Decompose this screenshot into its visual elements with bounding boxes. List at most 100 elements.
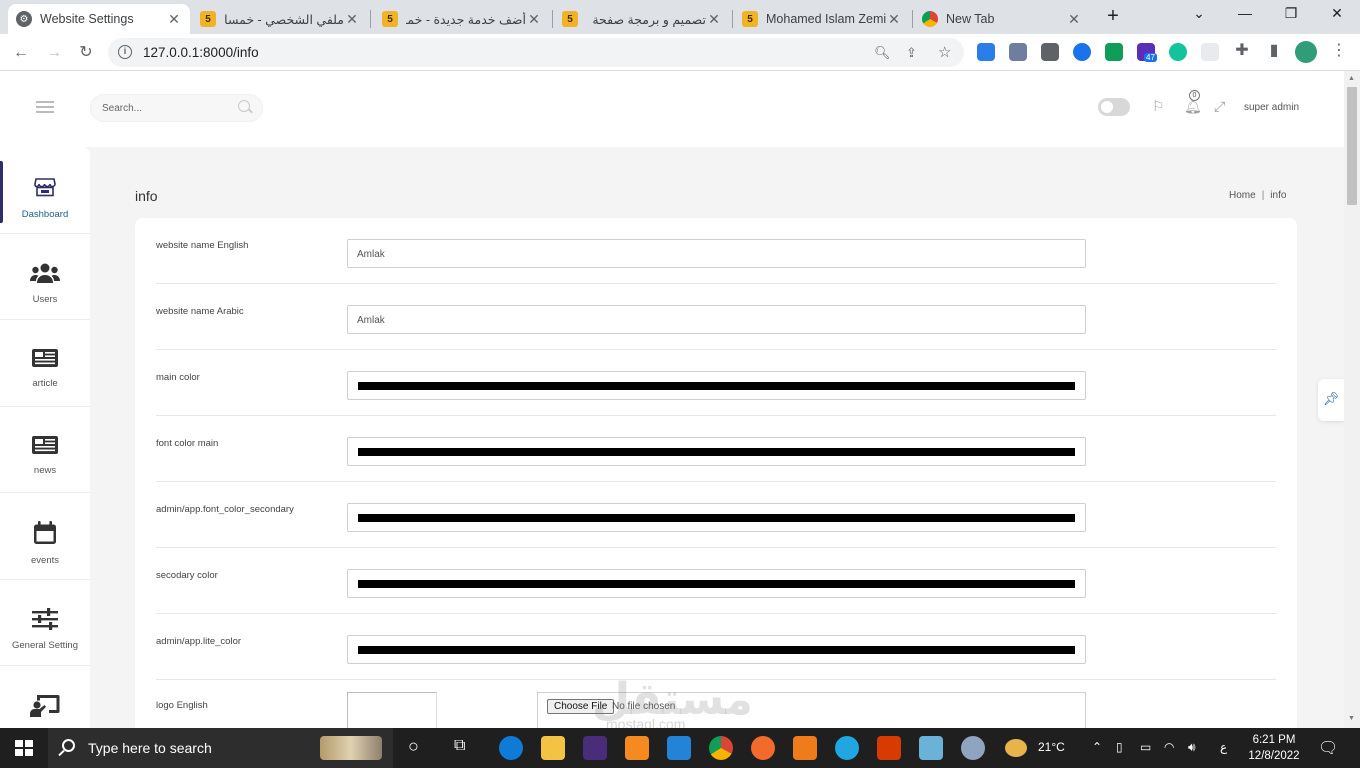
tab-khamsat-profile[interactable]: 5 ملفي الشخصي - خمسات ✕ bbox=[192, 4, 368, 34]
tab-khamsat-add-service[interactable]: 5 أضف خدمة جديدة - خمسات ✕ bbox=[374, 4, 550, 34]
paint-icon[interactable] bbox=[961, 736, 985, 760]
sidebar-item-events[interactable]: events bbox=[0, 493, 90, 580]
share-icon[interactable]: ⇪ bbox=[906, 45, 917, 61]
sidebar-item-presentation[interactable] bbox=[0, 666, 90, 728]
users-icon bbox=[30, 263, 60, 283]
fullscreen-icon[interactable]: ⤢ bbox=[1214, 98, 1225, 115]
input-language[interactable]: ع bbox=[1220, 740, 1227, 754]
postman-icon[interactable] bbox=[751, 736, 775, 760]
notifications-icon[interactable]: 🗨︎ bbox=[1318, 738, 1338, 758]
extension-image-icon[interactable] bbox=[1041, 43, 1059, 61]
tab-khamsat-design[interactable]: 5 تصميم و برمجة صفحة ✕ bbox=[554, 4, 730, 34]
zoom-icon[interactable]: 🔍︎ bbox=[874, 45, 891, 61]
close-tab-icon[interactable]: ✕ bbox=[1066, 11, 1082, 28]
chrome-icon[interactable] bbox=[709, 736, 733, 760]
tab-title: تصميم و برمجة صفحة bbox=[592, 12, 706, 27]
breadcrumb-home-link[interactable]: Home bbox=[1229, 190, 1256, 201]
sidebar-item-users[interactable]: Users bbox=[0, 234, 90, 320]
sidebar-item-article[interactable]: article bbox=[0, 320, 90, 407]
more-menu-icon[interactable]: ⋮ bbox=[1328, 40, 1350, 62]
telegram-icon[interactable] bbox=[835, 736, 859, 760]
close-tab-icon[interactable]: ✕ bbox=[344, 11, 360, 28]
tab-separator bbox=[552, 10, 553, 28]
tab-search-icon[interactable]: ⌄ bbox=[1184, 5, 1214, 22]
website-name-arabic-input[interactable]: Amlak bbox=[347, 305, 1086, 334]
bookmark-star-icon[interactable]: ☆ bbox=[938, 43, 951, 61]
extension-printer-icon[interactable] bbox=[1009, 43, 1027, 61]
weather-icon[interactable] bbox=[1005, 739, 1027, 757]
tab-new-tab[interactable]: New Tab ✕ bbox=[914, 4, 1090, 34]
field-label: website name English bbox=[156, 240, 249, 251]
vscode-icon[interactable] bbox=[667, 736, 691, 760]
grammarly-icon[interactable] bbox=[1169, 43, 1187, 61]
new-tab-button[interactable]: + bbox=[1098, 5, 1128, 28]
browser-toolbar: ← → ↻ i 127.0.0.1:8000/info 🔍︎ ⇪ ☆ 47 ✚ … bbox=[0, 34, 1360, 71]
close-tab-icon[interactable]: ✕ bbox=[706, 11, 722, 28]
menu-toggle-icon[interactable] bbox=[36, 101, 54, 113]
close-tab-icon[interactable]: ✕ bbox=[166, 11, 182, 28]
dark-mode-toggle[interactable] bbox=[1098, 98, 1130, 116]
user-name[interactable]: super admin bbox=[1244, 102, 1299, 113]
tab-website-settings[interactable]: ⚙ Website Settings ✕ bbox=[8, 4, 190, 34]
tray-device-icon[interactable]: ▯ bbox=[1116, 740, 1123, 754]
scrollbar-thumb[interactable] bbox=[1347, 87, 1357, 205]
lite-color-picker[interactable] bbox=[347, 635, 1086, 664]
back-arrow-icon[interactable]: ← bbox=[10, 42, 32, 64]
secondary-color-picker[interactable] bbox=[347, 569, 1086, 598]
form-row-font-color-secondary: admin/app.font_color_secondary bbox=[156, 482, 1276, 548]
field-label: logo English bbox=[156, 700, 208, 711]
page-title: info bbox=[135, 188, 158, 204]
sliders-icon bbox=[32, 607, 58, 630]
edge-icon[interactable] bbox=[499, 736, 523, 760]
taskbar-clock[interactable]: 6:21 PM 12/8/2022 bbox=[1240, 732, 1308, 764]
wifi-icon[interactable]: ◠ bbox=[1164, 740, 1174, 754]
notepad-icon[interactable] bbox=[919, 736, 943, 760]
weather-temperature[interactable]: 21°C bbox=[1038, 740, 1065, 754]
extension-fl-icon[interactable] bbox=[977, 43, 995, 61]
sidebar-item-general-setting[interactable]: General Setting bbox=[0, 580, 90, 666]
phpstorm-icon[interactable] bbox=[583, 736, 607, 760]
font-color-main-picker[interactable] bbox=[347, 437, 1086, 466]
flag-icon[interactable]: ⚐ bbox=[1152, 98, 1165, 115]
extension-check-icon[interactable] bbox=[1105, 43, 1123, 61]
close-window-icon[interactable]: ✕ bbox=[1322, 5, 1352, 22]
scroll-down-icon[interactable]: ▼ bbox=[1348, 715, 1355, 722]
extensions-puzzle-icon[interactable]: ✚ bbox=[1231, 40, 1253, 62]
customizer-pin-icon[interactable]: 📌︎ bbox=[1318, 379, 1344, 421]
tab-mohamed-islam[interactable]: 5 Mohamed Islam Zemi ✕ bbox=[734, 4, 910, 34]
reload-icon[interactable]: ↻ bbox=[75, 42, 97, 64]
task-view-icon[interactable]: ⧉ bbox=[454, 737, 465, 755]
search-icon[interactable] bbox=[238, 100, 250, 112]
minimize-icon[interactable]: — bbox=[1230, 5, 1260, 21]
sidebar-item-news[interactable]: news bbox=[0, 407, 90, 493]
close-tab-icon[interactable]: ✕ bbox=[886, 11, 902, 28]
tab-title: Website Settings bbox=[40, 12, 134, 26]
extension-play-icon[interactable] bbox=[1073, 43, 1091, 61]
sidebar-item-dashboard[interactable]: Dashboard bbox=[0, 147, 90, 234]
tray-chevron-icon[interactable]: ⌃ bbox=[1092, 740, 1102, 754]
scroll-up-icon[interactable]: ▲ bbox=[1348, 75, 1355, 82]
address-bar[interactable]: i 127.0.0.1:8000/info 🔍︎ ⇪ ☆ bbox=[108, 38, 964, 67]
app-header: Search... ⚐ 🔔︎ 0 ⤢ super admin bbox=[0, 71, 1344, 147]
search-input[interactable]: Search... bbox=[90, 94, 263, 122]
restore-icon[interactable]: ❐ bbox=[1276, 5, 1306, 22]
page-scrollbar[interactable]: ▲ ▼ bbox=[1344, 71, 1360, 728]
xampp-icon[interactable] bbox=[793, 736, 817, 760]
shield-icon[interactable] bbox=[1201, 43, 1219, 61]
vlc-icon[interactable] bbox=[625, 736, 649, 760]
windows-start-icon[interactable] bbox=[15, 740, 33, 756]
file-explorer-icon[interactable] bbox=[541, 736, 565, 760]
battery-icon[interactable]: ▭ bbox=[1140, 740, 1151, 754]
office-icon[interactable] bbox=[877, 736, 901, 760]
sidebar-item-label: article bbox=[32, 378, 58, 389]
site-info-icon[interactable]: i bbox=[118, 45, 132, 59]
forward-arrow-icon[interactable]: → bbox=[43, 42, 65, 64]
side-panel-icon[interactable]: ▮ bbox=[1263, 40, 1285, 62]
website-name-english-input[interactable]: Amlak bbox=[347, 239, 1086, 268]
close-tab-icon[interactable]: ✕ bbox=[526, 11, 542, 28]
main-color-picker[interactable] bbox=[347, 371, 1086, 400]
cortana-icon[interactable]: ○ bbox=[408, 736, 419, 757]
font-color-secondary-picker[interactable] bbox=[347, 503, 1086, 532]
profile-avatar[interactable] bbox=[1295, 41, 1317, 63]
volume-icon[interactable]: 🔊︎ bbox=[1188, 740, 1196, 755]
